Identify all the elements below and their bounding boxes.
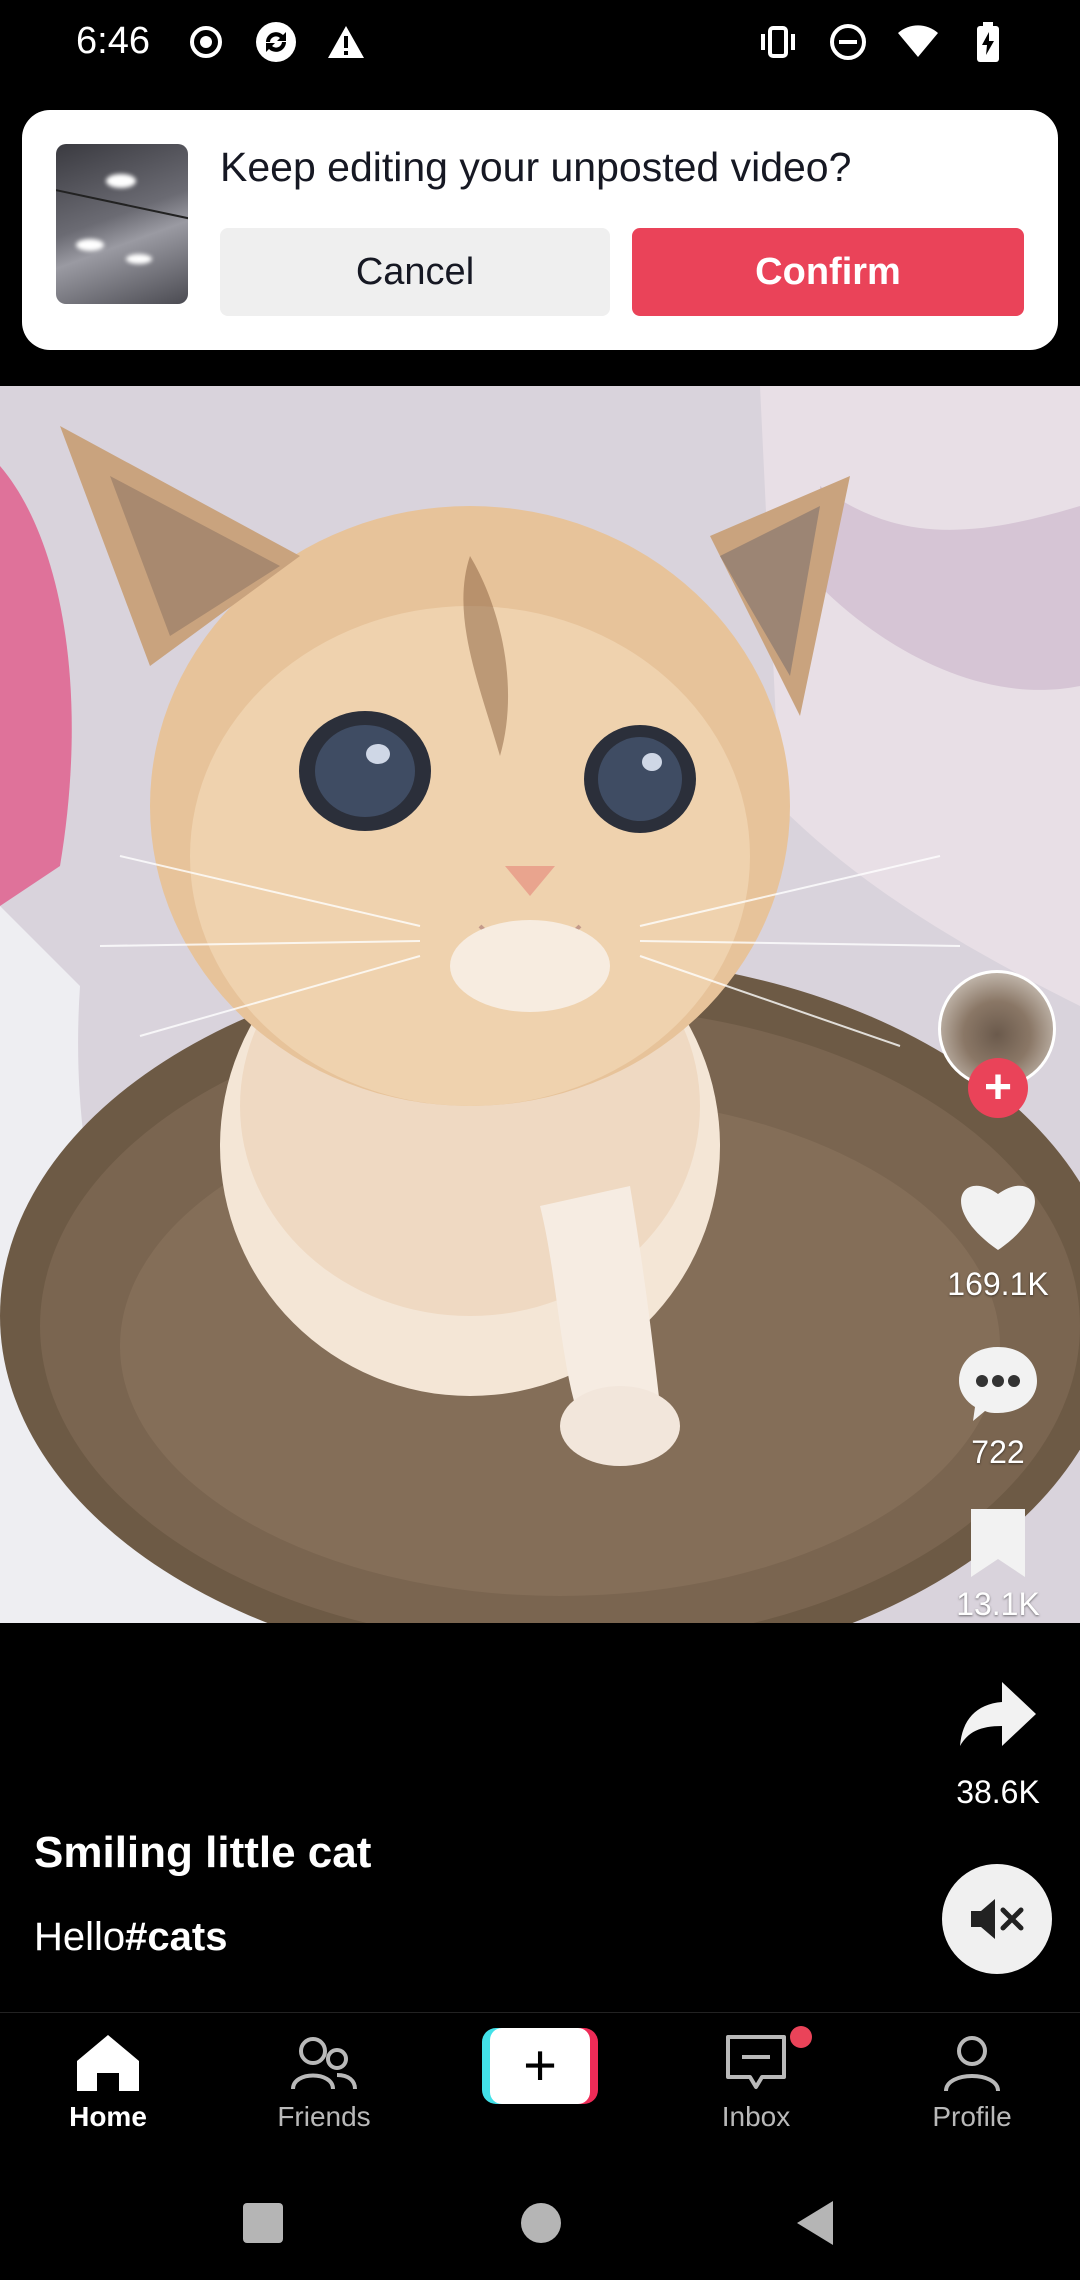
comment-action[interactable]: 722 — [938, 1338, 1058, 1471]
description-text: Hello — [34, 1915, 126, 1959]
follow-button[interactable]: + — [968, 1058, 1028, 1118]
nav-inbox[interactable]: Inbox — [676, 2031, 836, 2133]
nav-friends-label: Friends — [277, 2101, 371, 2132]
home-icon — [73, 2031, 143, 2095]
like-action[interactable]: 169.1K — [938, 1170, 1058, 1303]
friends-icon — [289, 2031, 359, 2095]
nav-home-label: Home — [69, 2101, 147, 2132]
save-action[interactable]: 13.1K — [938, 1498, 1058, 1623]
video-title: Smiling little cat — [34, 1828, 372, 1877]
square-icon — [243, 2203, 283, 2243]
status-right-icons — [756, 20, 1010, 64]
nav-home[interactable]: Home — [28, 2031, 188, 2133]
heart-icon[interactable] — [953, 1170, 1043, 1260]
battery-charging-icon — [966, 20, 1010, 64]
kitten-image — [0, 386, 1080, 1623]
comment-count: 722 — [971, 1434, 1025, 1470]
like-count: 169.1K — [947, 1266, 1049, 1302]
mute-button[interactable] — [942, 1864, 1052, 1974]
circle-icon — [521, 2203, 561, 2243]
share-count: 38.6K — [956, 1774, 1040, 1810]
record-icon — [184, 20, 228, 64]
save-count: 13.1K — [956, 1586, 1040, 1622]
share-icon[interactable] — [953, 1670, 1043, 1760]
confirm-button[interactable]: Confirm — [632, 228, 1024, 316]
back-triangle-icon — [797, 2201, 833, 2245]
system-nav-bar — [0, 2162, 1080, 2280]
bookmark-icon[interactable] — [953, 1498, 1043, 1588]
nav-profile-label: Profile — [932, 2101, 1012, 2132]
status-left-icons — [184, 20, 368, 64]
profile-icon — [937, 2031, 1007, 2095]
vibrate-icon — [756, 20, 800, 64]
hashtag-link[interactable]: #cats — [125, 1915, 227, 1959]
draft-dialog-title: Keep editing your unposted video? — [220, 144, 852, 190]
create-button[interactable]: + — [482, 2028, 598, 2104]
back-button[interactable] — [790, 2198, 840, 2248]
recents-button[interactable] — [238, 2198, 288, 2248]
inbox-icon — [721, 2031, 791, 2095]
nav-profile[interactable]: Profile — [892, 2031, 1052, 2133]
home-system-button[interactable] — [516, 2198, 566, 2248]
status-time: 6:46 — [76, 20, 150, 62]
inbox-notification-dot — [790, 2026, 812, 2048]
video-player[interactable] — [0, 386, 1080, 1623]
create-plus-icon: + — [490, 2028, 590, 2104]
warning-icon — [324, 20, 368, 64]
volume-off-icon — [971, 1899, 1024, 1939]
do-not-disturb-icon — [826, 20, 870, 64]
wifi-icon — [896, 20, 940, 64]
draft-thumbnail[interactable] — [56, 144, 188, 304]
cancel-button[interactable]: Cancel — [220, 228, 610, 316]
nav-friends[interactable]: Friends — [244, 2031, 404, 2133]
sync-icon — [254, 20, 298, 64]
video-description: Hello#cats — [34, 1915, 227, 1960]
comment-icon[interactable] — [953, 1338, 1043, 1428]
status-bar: 6:46 — [0, 0, 1080, 86]
draft-dialog: Keep editing your unposted video? Cancel… — [22, 110, 1058, 350]
share-action[interactable]: 38.6K — [938, 1670, 1058, 1811]
nav-inbox-label: Inbox — [721, 2101, 791, 2132]
